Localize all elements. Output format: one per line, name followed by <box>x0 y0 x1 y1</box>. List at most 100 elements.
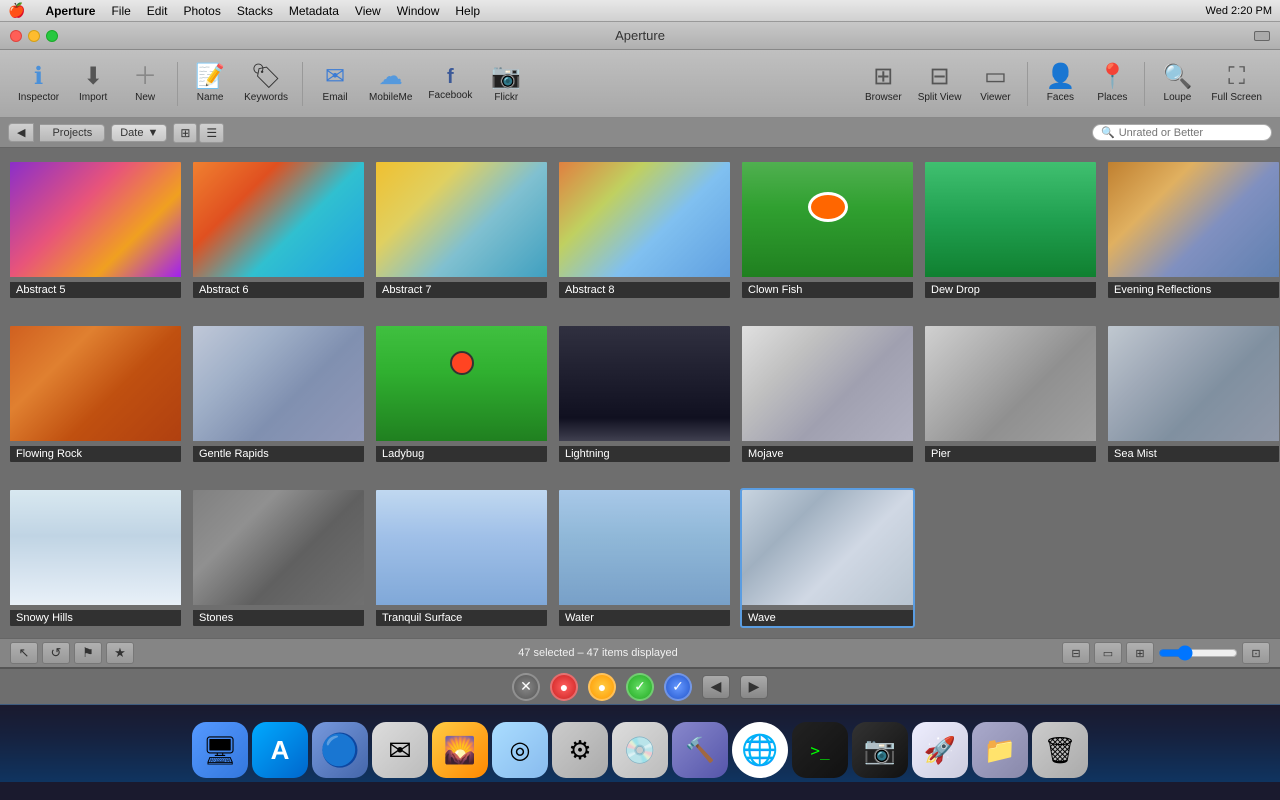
menu-help[interactable]: Help <box>455 4 480 18</box>
apple-menu[interactable]: 🍎 <box>8 2 25 19</box>
dock-system-prefs[interactable]: ⚙ <box>552 722 608 778</box>
splitview-button[interactable]: ⊟ Split View <box>912 56 968 112</box>
red-label-button[interactable]: ● <box>550 673 578 701</box>
dock-finder2[interactable]: 📁 <box>972 722 1028 778</box>
dock-mail[interactable]: ✉ <box>372 722 428 778</box>
dock-chrome[interactable]: 🌐 <box>732 722 788 778</box>
back-button[interactable]: ◀ <box>8 123 34 142</box>
dock-finder[interactable]: 🖥 <box>192 722 248 778</box>
photo-eveningreflections[interactable]: Evening Reflections <box>1106 160 1280 300</box>
menu-file[interactable]: File <box>111 4 130 18</box>
dock-aperture[interactable]: ◎ <box>492 722 548 778</box>
photo-lightning[interactable]: Lightning <box>557 324 732 464</box>
faces-button[interactable]: 👤 Faces <box>1036 56 1084 112</box>
fullscreen-label: Full Screen <box>1211 92 1262 103</box>
photo-mojave[interactable]: Mojave <box>740 324 915 464</box>
name-button[interactable]: 📝 Name <box>186 56 234 112</box>
rotate-tool-button[interactable]: ↺ <box>42 642 70 664</box>
dock-blue-sphere[interactable]: 🔵 <box>312 722 368 778</box>
email-button[interactable]: ✉ Email <box>311 56 359 112</box>
dock-launchpad[interactable]: 🚀 <box>912 722 968 778</box>
grid-view-button[interactable]: ⊞ <box>173 123 197 143</box>
photo-water[interactable]: Water <box>557 488 732 628</box>
dock-camera[interactable]: 📷 <box>852 722 908 778</box>
zoom-button[interactable] <box>46 30 58 42</box>
zoom-fit-button[interactable]: ⊡ <box>1242 642 1270 664</box>
photo-row-3: Snowy Hills Stones Tranquil Surface Wate… <box>0 480 1280 636</box>
places-icon: 📍 <box>1097 65 1127 89</box>
minimize-button[interactable] <box>28 30 40 42</box>
blue-label-button[interactable]: ✓ <box>664 673 692 701</box>
close-button[interactable] <box>10 30 22 42</box>
photo-seamist[interactable]: Sea Mist <box>1106 324 1280 464</box>
photo-pier[interactable]: Pier <box>923 324 1098 464</box>
keywords-button[interactable]: 🏷 Keywords <box>238 56 294 112</box>
keywords-label: Keywords <box>244 92 288 103</box>
fullscreen-button[interactable]: ⛶ Full Screen <box>1205 56 1268 112</box>
photo-abstract5[interactable]: Abstract 5 <box>8 160 183 300</box>
dock-dvd[interactable]: 💿 <box>612 722 668 778</box>
places-button[interactable]: 📍 Places <box>1088 56 1136 112</box>
yellow-label-button[interactable]: ● <box>588 673 616 701</box>
expand-button[interactable] <box>1254 31 1270 41</box>
photo-dewdrop[interactable]: Dew Drop <box>923 160 1098 300</box>
projects-button[interactable]: Projects <box>40 124 105 142</box>
loupe-button[interactable]: 🔍 Loupe <box>1153 56 1201 112</box>
photo-label: Lightning <box>559 446 730 462</box>
photo-label: Abstract 6 <box>193 282 364 298</box>
dock-trash[interactable]: 🗑 <box>1032 722 1088 778</box>
single-view-button[interactable]: ▭ <box>1094 642 1122 664</box>
import-button[interactable]: ⬇ Import <box>69 56 117 112</box>
new-button[interactable]: ＋ New <box>121 56 169 112</box>
date-selector[interactable]: Date ▼ <box>111 124 167 142</box>
dock-appstore[interactable]: A <box>252 722 308 778</box>
inspector-button[interactable]: ℹ Inspector <box>12 56 65 112</box>
photo-tranquilsurface[interactable]: Tranquil Surface <box>374 488 549 628</box>
photo-ladybug[interactable]: Ladybug <box>374 324 549 464</box>
browser-button[interactable]: ⊞ Browser <box>859 56 908 112</box>
multi-view-button[interactable]: ⊞ <box>1126 642 1154 664</box>
photo-abstract8[interactable]: Abstract 8 <box>557 160 732 300</box>
menu-metadata[interactable]: Metadata <box>289 4 339 18</box>
mobileme-button[interactable]: ☁ MobileMe <box>363 56 418 112</box>
photo-snowyhills[interactable]: Snowy Hills <box>8 488 183 628</box>
menu-photos[interactable]: Photos <box>183 4 220 18</box>
aperture-icon: ◎ <box>510 736 531 765</box>
menu-stacks[interactable]: Stacks <box>237 4 273 18</box>
viewer-button[interactable]: ▭ Viewer <box>971 56 1019 112</box>
photo-abstract7[interactable]: Abstract 7 <box>374 160 549 300</box>
flag-tool-button[interactable]: ⚑ <box>74 642 102 664</box>
next-photo-button[interactable]: ▶ <box>740 675 768 699</box>
reject-button[interactable]: ✕ <box>512 673 540 701</box>
photo-flowingrock[interactable]: Flowing Rock <box>8 324 183 464</box>
browser-label: Browser <box>865 92 902 103</box>
iphoto-icon: 🌄 <box>444 735 476 766</box>
photo-label: Pier <box>925 446 1096 462</box>
rate-tool-button[interactable]: ★ <box>106 642 134 664</box>
dock-terminal[interactable]: >_ <box>792 722 848 778</box>
mobileme-icon: ☁ <box>379 65 403 89</box>
photo-gentlerapids[interactable]: Gentle Rapids <box>191 324 366 464</box>
flickr-button[interactable]: 📷 Flickr <box>482 56 530 112</box>
search-input[interactable] <box>1119 127 1263 139</box>
menu-view[interactable]: View <box>355 4 381 18</box>
menu-window[interactable]: Window <box>397 4 440 18</box>
dock-xcode[interactable]: 🔨 <box>672 722 728 778</box>
facebook-button[interactable]: f Facebook <box>422 56 478 112</box>
menu-edit[interactable]: Edit <box>147 4 168 18</box>
status-text: 47 selected – 47 items displayed <box>518 647 678 659</box>
photo-clownfish[interactable]: Clown Fish <box>740 160 915 300</box>
toolbar: ℹ Inspector ⬇ Import ＋ New 📝 Name 🏷 Keyw… <box>0 50 1280 118</box>
compare-button[interactable]: ⊟ <box>1062 642 1090 664</box>
zoom-slider[interactable] <box>1158 645 1238 661</box>
app-name: Aperture <box>45 4 95 18</box>
dock-iphoto[interactable]: 🌄 <box>432 722 488 778</box>
photo-wave[interactable]: Wave <box>740 488 915 628</box>
faces-label: Faces <box>1047 92 1074 103</box>
photo-stones[interactable]: Stones <box>191 488 366 628</box>
photo-abstract6[interactable]: Abstract 6 <box>191 160 366 300</box>
list-view-button[interactable]: ☰ <box>199 123 224 143</box>
select-tool-button[interactable]: ↖ <box>10 642 38 664</box>
green-label-button[interactable]: ✓ <box>626 673 654 701</box>
prev-photo-button[interactable]: ◀ <box>702 675 730 699</box>
